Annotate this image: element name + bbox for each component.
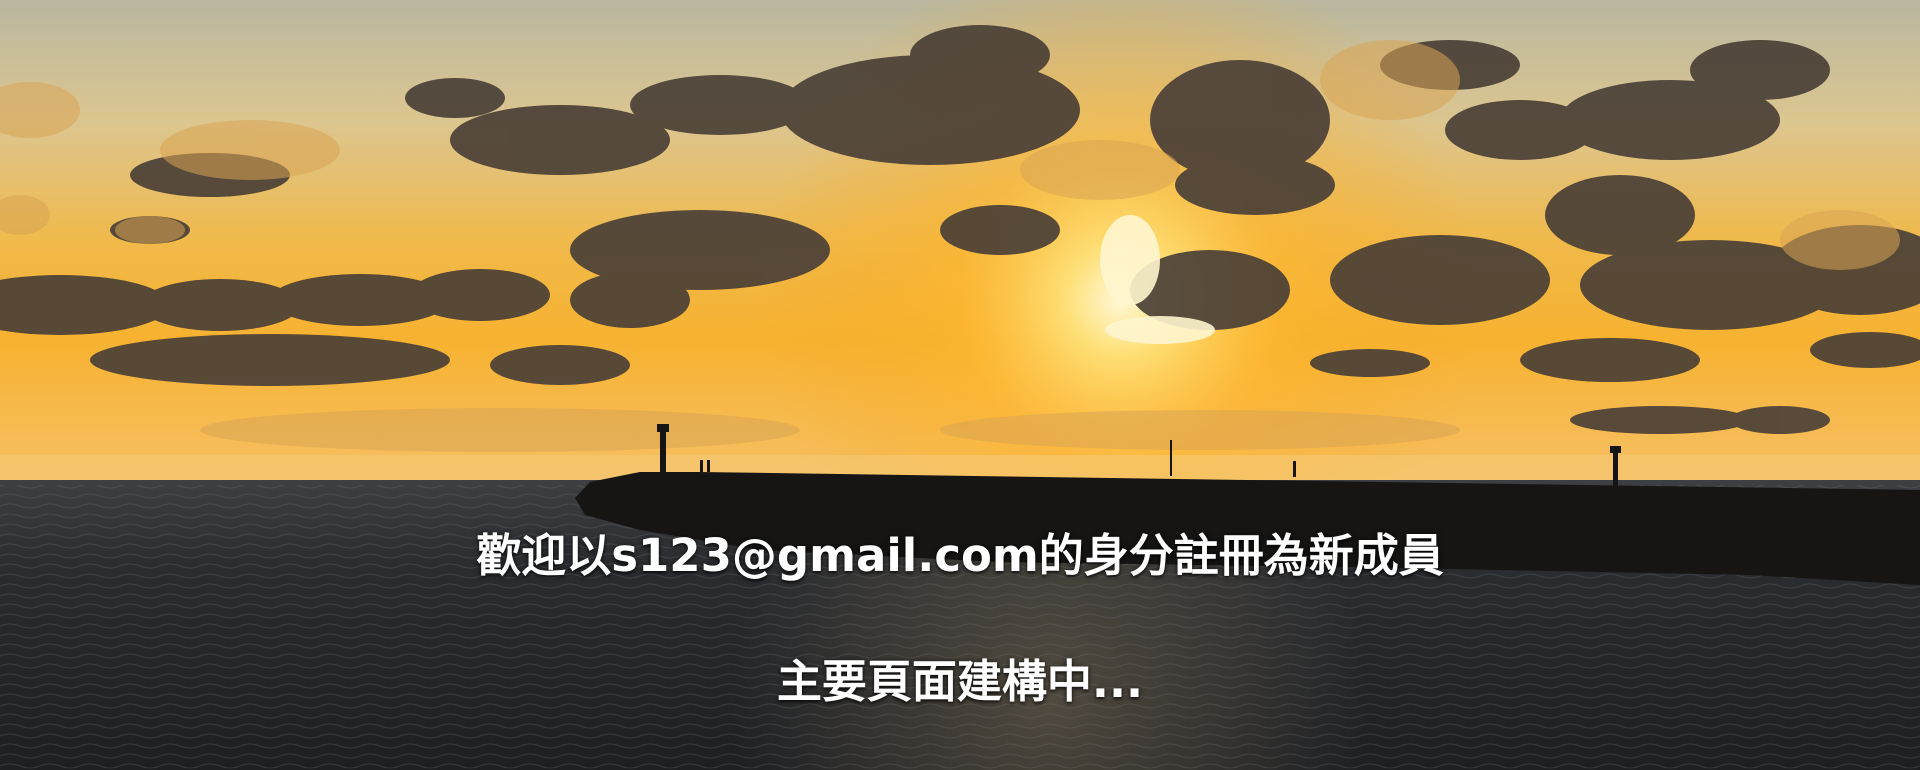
under-construction-message: 主要頁面建構中... — [776, 655, 1144, 708]
hero-section: 歡迎以s123@gmail.com的身分註冊為新成員 主要頁面建構中... — [0, 0, 1920, 770]
welcome-message: 歡迎以s123@gmail.com的身分註冊為新成員 — [476, 529, 1444, 582]
